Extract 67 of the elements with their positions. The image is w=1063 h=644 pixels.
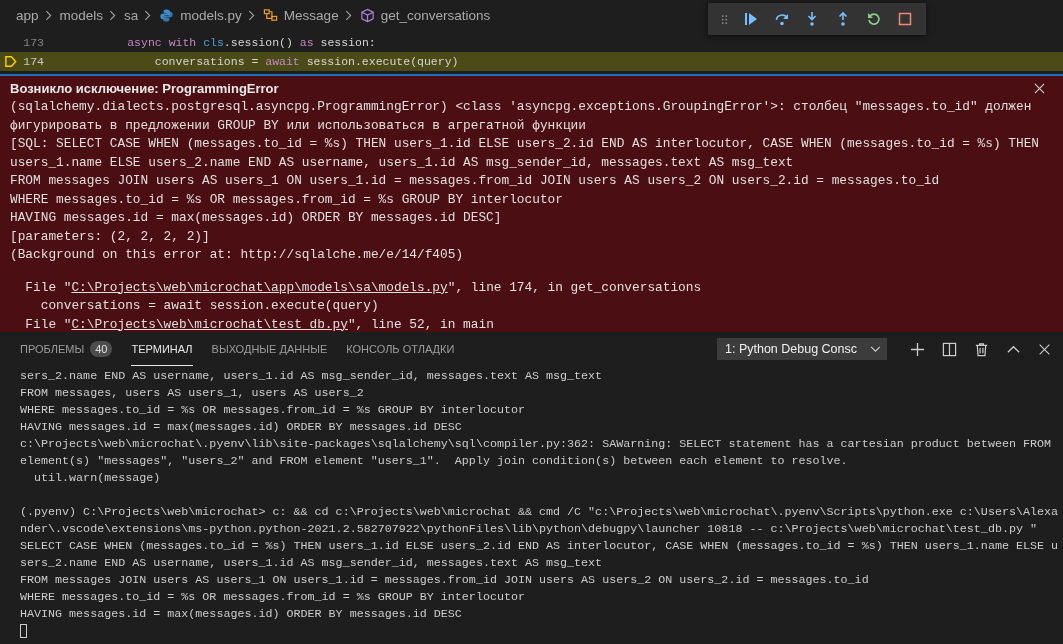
terminal-line: HAVING messages.id = max(messages.id) ORDER BY messages.id DESC <box>20 420 462 434</box>
error-text-line: (Background on this error at: http://sqlalche.me/e/14/f405) <box>10 246 465 264</box>
code-line: async with cls.session() as session: <box>126 36 376 49</box>
close-icon[interactable] <box>1034 83 1045 94</box>
traceback-text: ", line 174, in get_conversations <box>447 279 702 295</box>
line-number: 173 <box>23 36 44 49</box>
terminal-line: element(s) "messages", "users_2" and FROM element "users_1". Apply join condition(s) between each element to resolve. <box>20 454 848 468</box>
error-text-line: (sqlalchemy.dialects.postgresql.asyncpg.ProgrammingError) <class 'asyncpg.exceptions.GroupingError'>: столбец "messages.to_id" должен <box>10 98 1033 116</box>
count-badge: 40 <box>90 340 113 357</box>
panel-tab[interactable]: ВЫХОДНЫЕ ДАННЫЕ <box>211 332 328 366</box>
breadcrumb-item[interactable]: models <box>59 7 104 23</box>
line-number: 174 <box>23 55 44 68</box>
terminal-line: FROM messages, users AS users_1, users AS users_2 <box>20 386 364 400</box>
error-text-line: HAVING messages.id = max(messages.id) ORDER BY messages.id DESC] <box>10 209 503 227</box>
panel-tab[interactable]: ПРОБЛЕМЫ 40 <box>20 332 113 366</box>
terminal-line: HAVING messages.id = max(messages.id) ORDER BY messages.id DESC <box>20 607 462 621</box>
terminal-line: WHERE messages.to_id = %s OR messages.from_id = %s GROUP BY interlocutor <box>20 403 525 417</box>
error-text-line: [SQL: SELECT CASE WHEN (messages.to_id = %s) THEN users_1.id ELSE users_2.id END AS interlocutor, CASE WHEN (messages.to_id = %s) THEN <box>10 135 1041 153</box>
terminal-line: sers_2.name END AS username, users_1.id AS msg_sender_id, messages.text AS msg_text <box>20 369 603 383</box>
breakpoint-arrow-icon <box>4 55 17 68</box>
stop-icon[interactable] <box>896 11 913 27</box>
step-over-icon[interactable] <box>773 11 790 27</box>
error-text-line: [parameters: (2, 2, 2, 2)] <box>10 227 211 246</box>
file-link[interactable]: C:\Projects\web\microchat\test_db.py <box>71 316 348 332</box>
chevron-icon <box>109 9 117 21</box>
terminal-line: WHERE messages.to_id = %s OR messages.from_id = %s GROUP BY interlocutor <box>20 590 525 604</box>
traceback-code-line: conversations = await session.execute(query) <box>39 297 380 315</box>
terminal-dropdown[interactable]: 1: Python Debug Consc <box>717 338 887 360</box>
error-text-line: WHERE messages.to_id = %s OR messages.from_id = %s GROUP BY interlocutor <box>10 190 564 209</box>
traceback-text: File " <box>24 316 72 332</box>
chevron-icon <box>247 9 255 21</box>
breadcrumb-item[interactable]: get_conversations <box>380 7 491 23</box>
exception-title: Возникло исключение: ProgrammingError <box>10 81 279 96</box>
drag-handle-icon[interactable] <box>721 13 729 25</box>
traceback-text: ", line 52, in main <box>347 316 494 332</box>
file-link[interactable]: C:\Projects\web\microchat\app\models\sa\models.py <box>71 279 448 295</box>
breadcrumb-item[interactable]: Message <box>283 7 339 23</box>
panel-tab[interactable]: КОНСОЛЬ ОТЛАДКИ <box>346 332 455 366</box>
plus-icon[interactable] <box>910 341 925 357</box>
close-icon[interactable] <box>1038 342 1051 356</box>
error-text-line: users_1.name ELSE users_2.name END AS username, users_1.id AS msg_sender_id, messages.text AS msg_text <box>10 153 795 172</box>
breadcrumb-item[interactable]: models.py <box>180 7 242 23</box>
error-text-line: FROM messages JOIN users AS users_1 ON users_1.id = messages.from_id JOIN users AS users_2 ON users_2.id = messages.to_id <box>10 172 941 190</box>
terminal-line: FROM messages JOIN users AS users_1 ON users_1.id = messages.from_id JOIN users AS users_2 ON users_2.id = messages.to_id <box>20 573 869 587</box>
cube-icon <box>359 7 375 23</box>
error-text-line: фигурировать в предложении GROUP BY или использоваться в агрегатной функции <box>10 116 587 135</box>
chevron-icon <box>344 9 352 21</box>
panel-tab[interactable]: ТЕРМИНАЛ <box>131 332 193 366</box>
terminal-line: c:\Projects\web\microchat\.pyenv\lib\site-packages\sqlalchemy\sql\compiler.py:362: SAWarning: SELECT statement has a cartesian product between FROM <box>20 437 1051 451</box>
chevron-icon <box>144 9 152 21</box>
terminal-line: sers_2.name END AS username, users_1.id AS msg_sender_id, messages.text AS msg_text <box>20 556 603 570</box>
breadcrumb-item[interactable]: sa <box>124 7 139 23</box>
breadcrumb-item[interactable]: app <box>16 7 39 23</box>
restart-icon[interactable] <box>865 11 882 27</box>
traceback-text: File " <box>24 279 72 295</box>
python-file-icon <box>159 7 175 23</box>
terminal-line: SELECT CASE WHEN (messages.to_id = %s) THEN users_1.id ELSE users_2.id END AS interlocutor, CASE WHEN (messages.to_id = %s) THEN users_1.name ELSE u <box>20 539 1059 553</box>
code-line: conversations = await session.execute(query) <box>153 55 459 68</box>
class-icon <box>262 7 278 23</box>
terminal-line: nder\.vscode\extensions\ms-python.python-2021.2.582707922\pythonFiles\lib\python\debugpy\launcher 10818 -- c:\Projects\web\microchat\test_db.py " <box>20 522 1037 536</box>
split-icon[interactable] <box>942 341 957 357</box>
text-cursor <box>20 623 27 638</box>
chevron-down-icon <box>870 345 881 353</box>
terminal-line: util.warn(message) <box>33 471 161 485</box>
chevron-icon <box>44 9 52 21</box>
terminal-line: (.pyenv) C:\Projects\web\microchat> c: && cd c:\Projects\web\microchat && cmd /C "c:\Projects\web\microchat\.pyenv\Scripts\python.exe c:\Users\Alexa <box>20 505 1059 519</box>
trash-icon[interactable] <box>974 341 989 357</box>
